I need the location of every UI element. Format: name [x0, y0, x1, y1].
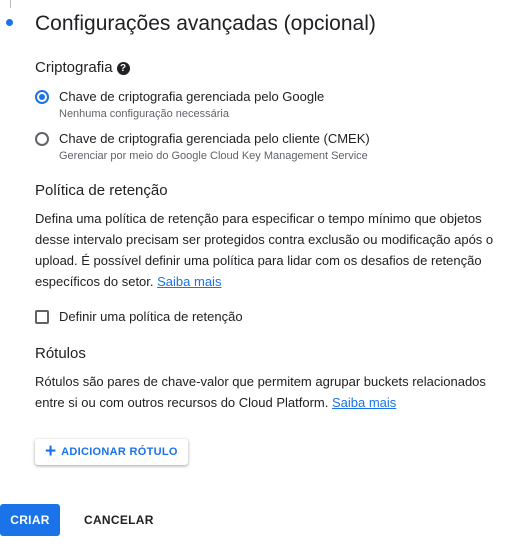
radio-customer-managed-key-label: Chave de criptografia gerenciada pelo cl… [59, 131, 370, 146]
radio-google-managed-key-hint: Nenhuma configuração necessária [59, 108, 229, 120]
radio-customer-managed-key[interactable]: Chave de criptografia gerenciada pelo cl… [35, 131, 370, 164]
retention-policy-checkbox[interactable] [35, 309, 49, 324]
labels-description: Rótulos são pares de chave-valor que per… [35, 371, 505, 413]
labels-heading: Rótulos [35, 345, 86, 362]
step-bullet-icon [6, 19, 13, 26]
radio-button-unchecked-icon[interactable] [35, 132, 49, 146]
create-button[interactable]: CRIAR [0, 504, 60, 536]
labels-description-text: Rótulos são pares de chave-valor que per… [35, 374, 486, 410]
radio-google-managed-key-label: Chave de criptografia gerenciada pelo Go… [59, 89, 325, 104]
radio-google-managed-key[interactable]: Chave de criptografia gerenciada pelo Go… [35, 89, 324, 122]
retention-learn-more-link[interactable]: Saiba mais [157, 274, 221, 289]
retention-heading: Política de retenção [35, 182, 168, 199]
timeline-line [10, 0, 11, 8]
add-label-button-label: ADICIONAR RÓTULO [61, 446, 178, 458]
help-icon[interactable]: ? [116, 62, 130, 75]
radio-button-checked-icon[interactable] [35, 90, 49, 104]
section-title: Configurações avançadas (opcional) [35, 12, 376, 35]
retention-policy-checkbox-row[interactable]: Definir uma política de retenção [35, 309, 243, 324]
labels-learn-more-link[interactable]: Saiba mais [332, 395, 396, 410]
retention-description: Defina uma política de retenção para esp… [35, 208, 505, 292]
add-label-button[interactable]: + ADICIONAR RÓTULO [35, 439, 188, 465]
encryption-heading: Criptografia? [35, 59, 130, 76]
retention-policy-checkbox-label: Definir uma política de retenção [59, 309, 243, 324]
retention-description-text: Defina uma política de retenção para esp… [35, 211, 494, 289]
encryption-heading-text: Criptografia [35, 59, 113, 76]
plus-icon: + [45, 441, 57, 462]
radio-customer-managed-key-hint: Gerenciar por meio do Google Cloud Key M… [59, 150, 368, 162]
cancel-button[interactable]: CANCELAR [84, 504, 154, 536]
